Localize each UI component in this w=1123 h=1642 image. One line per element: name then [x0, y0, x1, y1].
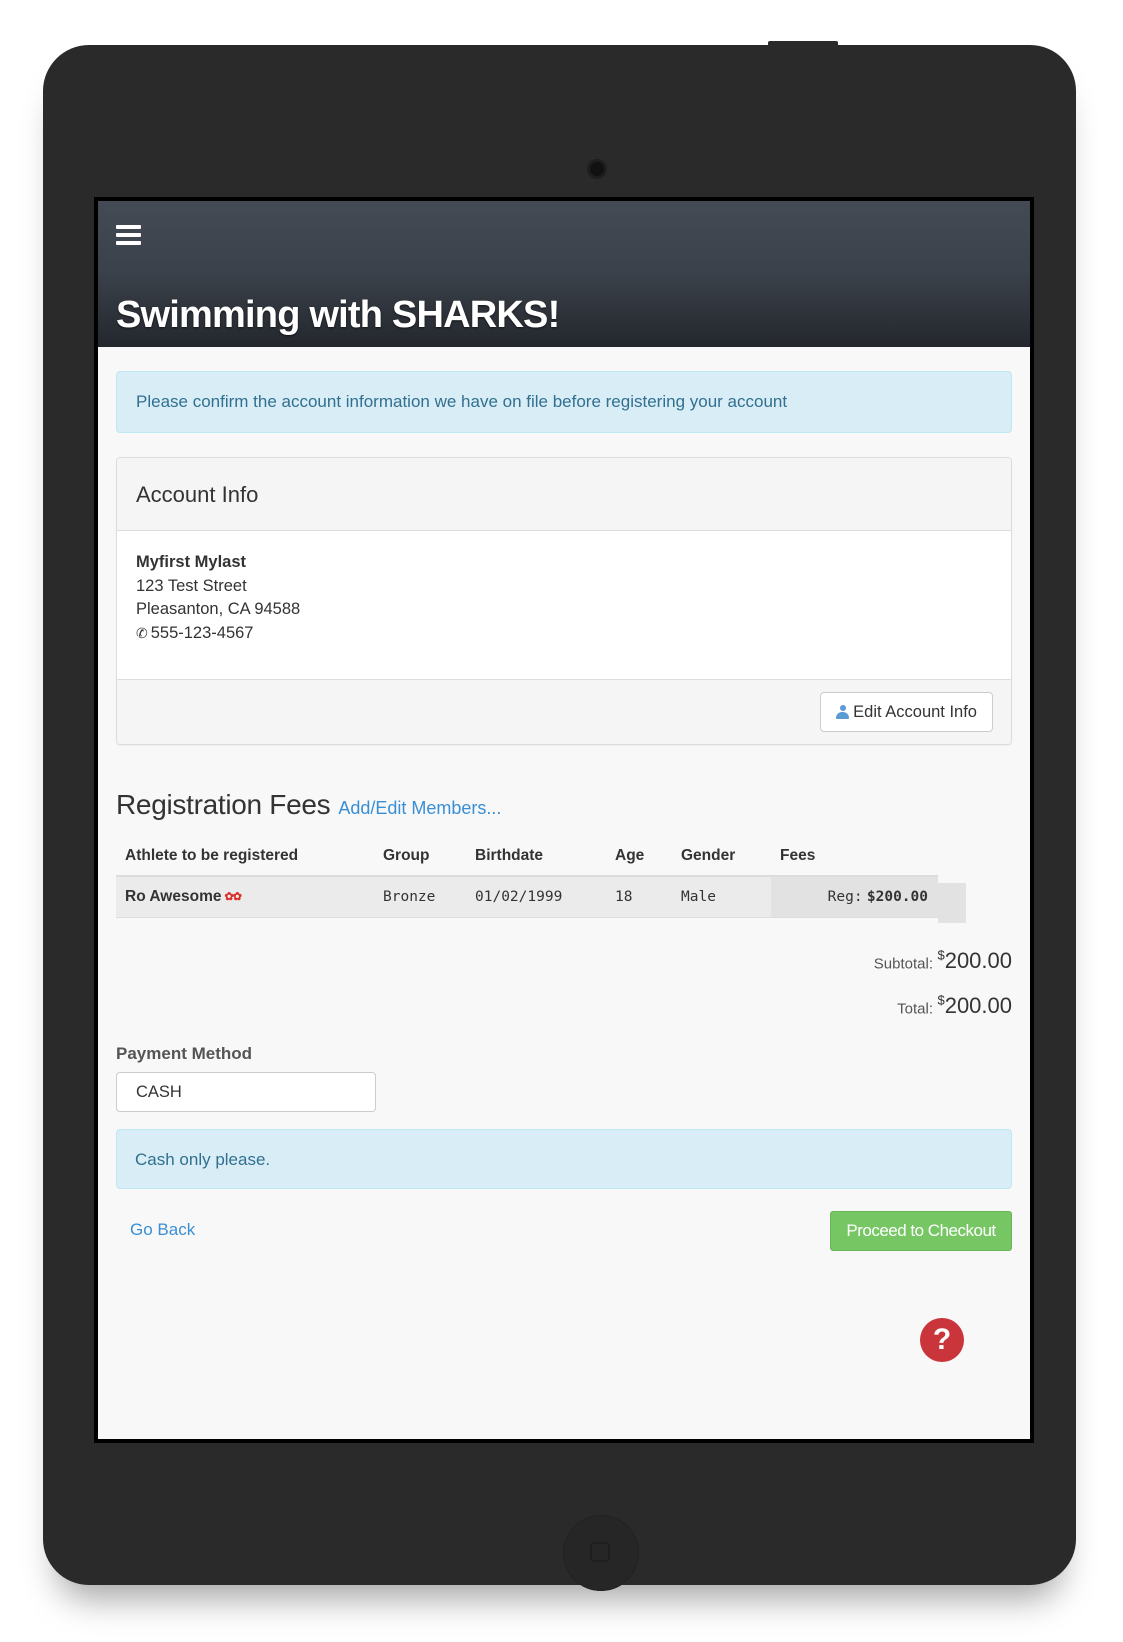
home-square-icon — [590, 1542, 610, 1562]
account-phone: 555-123-4567 — [150, 623, 254, 642]
edit-account-button[interactable]: Edit Account Info — [820, 692, 993, 732]
confirm-alert: Please confirm the account information w… — [116, 371, 1012, 433]
hamburger-menu-icon[interactable] — [116, 225, 141, 246]
account-panel: Account Info Myfirst Mylast 123 Test Str… — [116, 457, 1012, 745]
navbar: Swimming with SHARKS! — [98, 201, 1030, 347]
account-panel-heading: Account Info — [117, 458, 1011, 531]
main-content: Please confirm the account information w… — [98, 371, 1030, 1251]
account-name: Myfirst Mylast — [136, 553, 247, 571]
column-header: Group — [374, 837, 466, 877]
column-header: Gender — [672, 837, 771, 877]
group-cell: Bronze — [374, 876, 466, 918]
total-value: $200.00 — [937, 993, 1012, 1019]
screen: Swimming with SHARKS! Please confirm the… — [94, 197, 1034, 1443]
user-icon — [836, 705, 850, 719]
registration-header: Registration Fees Add/Edit Members... — [116, 789, 1012, 829]
go-back-link[interactable]: Go Back — [130, 1220, 195, 1240]
athlete-cell: Ro Awesome ✿✿ — [116, 876, 374, 918]
registration-table: Athlete to be registered Group Birthdate… — [116, 837, 938, 918]
page-title: Swimming with SHARKS! — [116, 294, 560, 336]
payment-note-alert: Cash only please. — [116, 1129, 1012, 1189]
proceed-to-checkout-button[interactable]: Proceed to Checkout — [830, 1211, 1012, 1251]
account-city: Pleasanton, CA 94588 — [136, 600, 301, 618]
account-phone-line: ✆ 555-123-4567 — [136, 622, 992, 646]
camera — [590, 162, 604, 176]
table-header-row: Athlete to be registered Group Birthdate… — [116, 837, 938, 877]
power-button — [768, 41, 838, 47]
home-button[interactable] — [563, 1515, 639, 1591]
table-scroll-edge — [938, 883, 966, 923]
total-label: Total: — [897, 1000, 934, 1018]
payment-method-select[interactable]: CASH — [116, 1072, 376, 1112]
subtotal-value: $200.00 — [937, 948, 1012, 974]
subtotal-label: Subtotal: — [873, 955, 934, 973]
totals: Subtotal: $200.00 Total: $200.00 — [116, 948, 1012, 1038]
athlete-badge-icon: ✿✿ — [224, 891, 241, 903]
gender-cell: Male — [672, 876, 771, 918]
registration-title: Registration Fees — [116, 789, 331, 820]
account-details: Myfirst Mylast 123 Test Street Pleasanto… — [117, 531, 1011, 679]
column-header: Fees — [771, 837, 938, 877]
edit-account-label: Edit Account Info — [853, 703, 977, 721]
account-street: 123 Test Street — [136, 576, 247, 595]
phone-icon: ✆ — [136, 624, 148, 641]
payment-method-label: Payment Method — [116, 1044, 253, 1063]
subtotal-line: Subtotal: $200.00 — [116, 948, 1012, 993]
actions-bar: Go Back Proceed to Checkout — [116, 1211, 1012, 1251]
total-line: Total: $200.00 — [116, 993, 1012, 1038]
column-header: Athlete to be registered — [116, 837, 374, 877]
table-row: Ro Awesome ✿✿ Bronze 01/02/1999 18 Male R… — [116, 876, 938, 918]
fees-cell: Reg: $200.00 — [771, 876, 938, 918]
registration-table-wrap: Athlete to be registered Group Birthdate… — [116, 837, 1012, 923]
help-icon[interactable]: ? — [920, 1318, 964, 1362]
add-edit-members-link[interactable]: Add/Edit Members... — [338, 798, 501, 819]
birthdate-cell: 01/02/1999 — [466, 876, 606, 918]
account-panel-footer: Edit Account Info — [117, 679, 1011, 744]
athlete-name: Ro Awesome — [125, 888, 222, 905]
column-header: Age — [606, 837, 672, 877]
column-header: Birthdate — [466, 837, 606, 877]
age-cell: 18 — [606, 876, 672, 918]
fee-label: Reg: — [827, 889, 863, 905]
fee-amount: $200.00 — [866, 889, 928, 905]
